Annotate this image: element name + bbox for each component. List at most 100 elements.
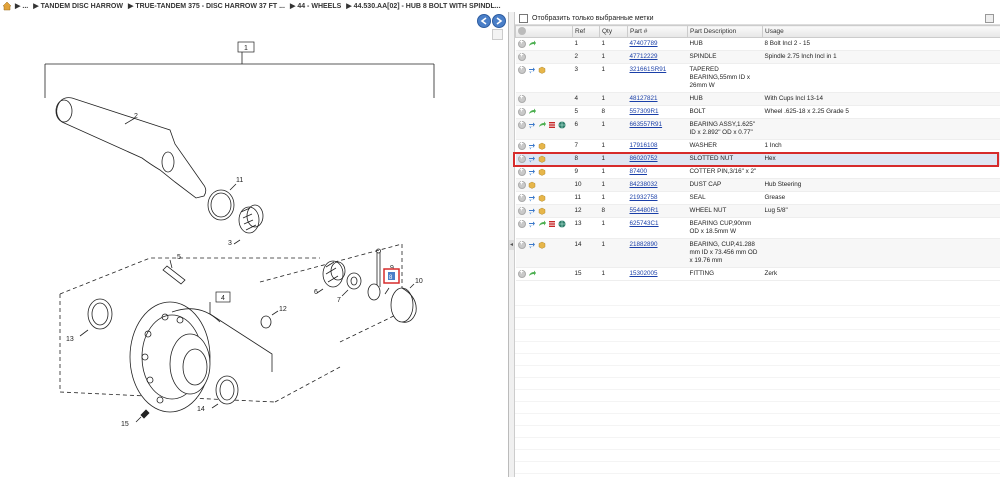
cell-part-number[interactable]: 87400 <box>627 165 688 179</box>
add-to-cart-icon[interactable] <box>517 120 526 129</box>
header-ref[interactable]: Ref <box>572 25 600 38</box>
cell-part-number[interactable]: 557309R1 <box>627 105 688 119</box>
package-icon[interactable] <box>538 155 546 163</box>
header-qty[interactable]: Qty <box>599 25 628 38</box>
replacement-icon[interactable] <box>528 121 536 129</box>
add-to-cart-icon[interactable] <box>517 141 526 150</box>
globe-icon[interactable] <box>558 121 566 129</box>
replacement-icon[interactable] <box>528 168 536 176</box>
table-row[interactable]: 4148127821 HUBWith Cups Incl 13-14 <box>515 92 1000 106</box>
part-number-link[interactable]: 663557R91 <box>630 121 663 128</box>
table-row[interactable]: 2147712229 SPINDLESpindle 2.75 Inch Incl … <box>515 50 1000 64</box>
add-to-cart-icon[interactable] <box>517 180 526 189</box>
table-row[interactable]: 15115302005 FITTINGZerk <box>515 267 1000 281</box>
table-row[interactable]: 14121882890 BEARING, CUP,41.288 mm ID x 7… <box>515 238 1000 268</box>
show-selected-only-checkbox[interactable] <box>519 13 528 23</box>
package-icon[interactable] <box>528 181 536 189</box>
add-to-cart-icon[interactable] <box>517 193 526 202</box>
add-to-cart-icon[interactable] <box>517 219 526 228</box>
breadcrumb-item[interactable]: ▶ 44.530.AA[02] - HUB 8 BOLT WITH SPINDL.… <box>346 2 500 10</box>
callout-4[interactable]: 4 <box>221 295 225 302</box>
callout-1[interactable]: 1 <box>244 45 248 52</box>
breadcrumb-item[interactable]: ▶ TANDEM DISC HARROW <box>33 2 123 10</box>
table-row[interactable]: 31321661SR91 TAPERED BEARING,55mm ID x 26… <box>515 63 1000 93</box>
callout-6[interactable]: 6 <box>314 289 318 296</box>
callout-3[interactable]: 3 <box>228 240 232 247</box>
callout-11[interactable]: 11 <box>236 177 243 184</box>
replacement-icon[interactable] <box>528 142 536 150</box>
package-icon[interactable] <box>538 194 546 202</box>
green-arrow-icon[interactable] <box>528 40 536 48</box>
cell-part-number[interactable]: 47712229 <box>627 50 688 64</box>
table-row[interactable]: 8186020752 SLOTTED NUTHex <box>515 152 1000 166</box>
package-icon[interactable] <box>538 142 546 150</box>
green-arrow-icon[interactable] <box>528 270 536 278</box>
panel-settings-button[interactable] <box>985 14 994 23</box>
table-row[interactable]: 10184238032 DUST CAPHub Steering <box>515 178 1000 192</box>
previous-diagram-button[interactable] <box>477 14 491 28</box>
add-to-cart-icon[interactable] <box>517 94 526 103</box>
replacement-icon[interactable] <box>528 194 536 202</box>
cell-part-number[interactable]: 17916108 <box>627 139 688 153</box>
part-number-link[interactable]: 625743C1 <box>630 220 659 227</box>
cell-part-number[interactable]: 554480R1 <box>627 204 688 218</box>
part-number-link[interactable]: 554480R1 <box>630 207 659 214</box>
cell-part-number[interactable]: 86020752 <box>627 152 688 166</box>
part-number-link[interactable]: 48127821 <box>630 95 658 102</box>
part-number-link[interactable]: 47407789 <box>630 40 658 47</box>
add-to-cart-icon[interactable] <box>517 52 526 61</box>
cell-part-number[interactable]: 625743C1 <box>627 217 688 239</box>
cell-part-number[interactable]: 48127821 <box>627 92 688 106</box>
add-to-cart-icon[interactable] <box>517 240 526 249</box>
callout-2[interactable]: 2 <box>134 113 138 120</box>
package-icon[interactable] <box>538 168 546 176</box>
header-part-number[interactable]: Part # <box>627 25 688 38</box>
cell-part-number[interactable]: 21932758 <box>627 191 688 205</box>
part-number-link[interactable]: 87400 <box>630 168 648 175</box>
callout-15[interactable]: 15 <box>121 421 129 428</box>
exploded-diagram[interactable]: 1 2 3 4 5 6 7 9 10 11 12 13 14 15 8 <box>0 30 505 475</box>
cell-part-number[interactable]: 15302005 <box>627 267 688 281</box>
bill-of-materials-icon[interactable] <box>548 121 556 129</box>
part-number-link[interactable]: 17916108 <box>630 142 658 149</box>
replacement-icon[interactable] <box>528 241 536 249</box>
collapse-handle[interactable]: ◂ <box>509 240 514 250</box>
part-number-link[interactable]: 321661SR91 <box>630 66 667 73</box>
replacement-icon[interactable] <box>528 155 536 163</box>
table-row[interactable]: 9187400 COTTER PIN,3/16" x 2" <box>515 165 1000 179</box>
home-icon[interactable] <box>2 1 12 11</box>
header-usage[interactable]: Usage <box>762 25 1000 38</box>
next-diagram-button[interactable] <box>492 14 506 28</box>
part-number-link[interactable]: 21882890 <box>630 241 658 248</box>
table-row[interactable]: 11121932758SEALGrease <box>515 191 1000 205</box>
table-row[interactable]: 58557309R1 BOLTWheel .625-18 x 2.25 Grade… <box>515 105 1000 119</box>
add-to-cart-icon[interactable] <box>517 107 526 116</box>
table-row[interactable]: 128554480R1 WHEEL NUTLug 5/8" <box>515 204 1000 218</box>
add-to-cart-icon[interactable] <box>517 39 526 48</box>
cell-part-number[interactable]: 21882890 <box>627 238 688 268</box>
callout-12[interactable]: 12 <box>279 306 287 313</box>
add-to-cart-icon[interactable] <box>517 206 526 215</box>
add-to-cart-icon[interactable] <box>517 269 526 278</box>
cell-part-number[interactable]: 84238032 <box>627 178 688 192</box>
breadcrumb-item[interactable]: ▶ 44 - WHEELS <box>290 2 341 10</box>
package-icon[interactable] <box>538 207 546 215</box>
add-to-cart-icon[interactable] <box>517 167 526 176</box>
breadcrumb-item[interactable]: ▶... <box>15 2 28 10</box>
green-arrow-icon[interactable] <box>528 108 536 116</box>
add-to-cart-icon[interactable] <box>517 65 526 74</box>
bill-of-materials-icon[interactable] <box>548 220 556 228</box>
breadcrumb-item[interactable]: ▶ TRUE-TANDEM 375 - DISC HARROW 37 FT ... <box>128 2 285 10</box>
header-description[interactable]: Part Description <box>687 25 763 38</box>
part-number-link[interactable]: 21932758 <box>630 194 658 201</box>
replacement-icon[interactable] <box>528 66 536 74</box>
callout-13[interactable]: 13 <box>66 336 74 343</box>
replacement-icon[interactable] <box>528 220 536 228</box>
part-number-link[interactable]: 84238032 <box>630 181 658 188</box>
table-row[interactable]: 1147407789HUB8 Bolt Incl 2 - 15 <box>515 37 1000 51</box>
globe-icon[interactable] <box>558 220 566 228</box>
green-arrow-icon[interactable] <box>538 220 546 228</box>
cell-part-number[interactable]: 663557R91 <box>627 118 688 140</box>
add-all-icon[interactable] <box>518 26 526 35</box>
package-icon[interactable] <box>538 66 546 74</box>
